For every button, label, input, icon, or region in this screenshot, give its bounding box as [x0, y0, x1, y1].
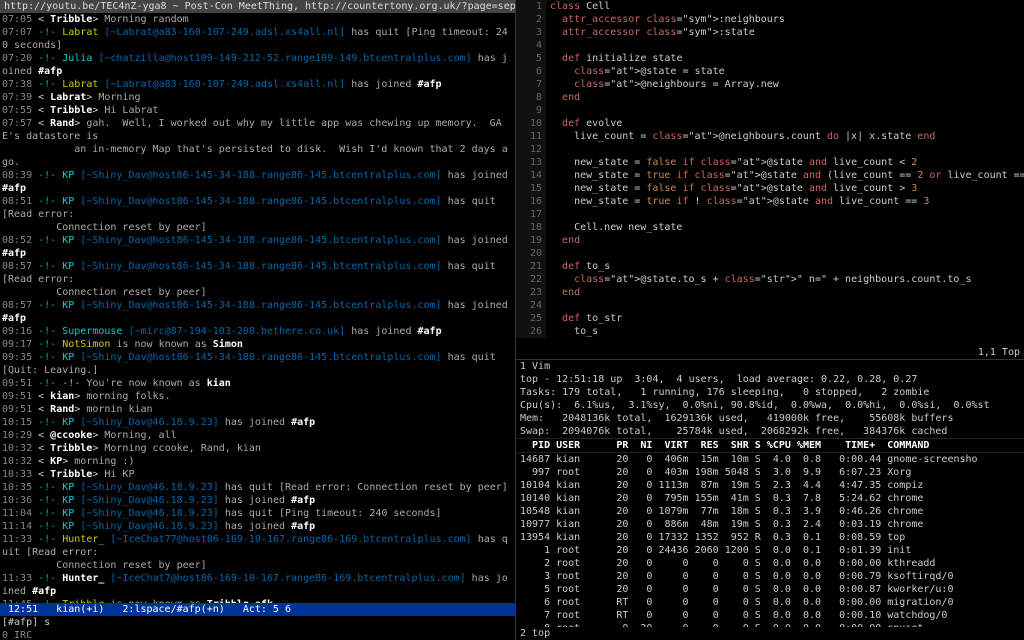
irc-buffer[interactable]: 07:05 < Tribble> Morning random07:07 -!-… [0, 13, 515, 603]
top-summary: top - 12:51:18 up 3:04, 4 users, load av… [516, 373, 1024, 438]
process-row[interactable]: 10977 kian 20 0 886m 48m 19m S 0.3 2.4 0… [520, 518, 1020, 531]
irc-line: 09:17 -!- NotSimon is now known as Simon [2, 338, 513, 351]
irc-line: 11:33 -!- Hunter_ [~IceChat77@host86-169… [2, 533, 513, 559]
irc-line: Connection reset by peer] [2, 221, 513, 234]
irc-line: 11:14 -!- KP [~Shiny_Dav@46.18.9.23] has… [2, 520, 513, 533]
process-row[interactable]: 997 root 20 0 403m 198m 5048 S 3.0 9.9 6… [520, 466, 1020, 479]
irc-line: 10:36 -!- KP [~Shiny_Dav@46.18.9.23] has… [2, 494, 513, 507]
irc-line: 07:39 < Labrat> Morning [2, 91, 513, 104]
irc-titlebar: http://youtu.be/TEC4nZ-yga8 ~ Post-Con M… [0, 0, 515, 13]
irc-input[interactable]: [#afp] s [0, 616, 515, 629]
vim-status-right: 1,1 Top [978, 346, 1020, 359]
process-row[interactable]: 10104 kian 20 0 1113m 87m 19m S 2.3 4.4 … [520, 479, 1020, 492]
process-row[interactable]: 3 root 20 0 0 0 0 S 0.0 0.0 0:00.79 ksof… [520, 570, 1020, 583]
irc-line: 08:51 -!- KP [~Shiny_Dav@host86-145-34-1… [2, 195, 513, 221]
irc-line: Connection reset by peer] [2, 286, 513, 299]
process-row[interactable]: 1 root 20 0 24436 2060 1200 S 0.0 0.1 0:… [520, 544, 1020, 557]
irc-line: 09:51 < kian> morning folks. [2, 390, 513, 403]
process-row[interactable]: 10548 kian 20 0 1079m 77m 18m S 0.3 3.9 … [520, 505, 1020, 518]
process-row[interactable]: 10140 kian 20 0 795m 155m 41m S 0.3 7.8 … [520, 492, 1020, 505]
irc-line: 07:38 -!- Labrat [~Labrat@a83-160-107-24… [2, 78, 513, 91]
tmux-tab-irc[interactable]: 0 IRC [0, 629, 515, 640]
process-row[interactable]: 14687 kian 20 0 406m 15m 10m S 4.0 0.8 0… [520, 453, 1020, 466]
irc-line: 07:05 < Tribble> Morning random [2, 13, 513, 26]
code-area[interactable]: class Cell attr_accessor class="sym">:ne… [550, 0, 1024, 338]
irc-line: 09:16 -!- Supermouse [~mirc@87-194-103-2… [2, 325, 513, 338]
irc-statusbar: 12:51 kian(+i) 2:lspace/#afp(+n) Act: 5 … [0, 603, 515, 616]
irc-line: 07:07 -!- Labrat [~Labrat@a83-160-107-24… [2, 26, 513, 52]
irc-line: 07:57 < Rand> gah. Well, I worked out wh… [2, 117, 513, 143]
tmux-tab-vim[interactable]: 1 Vim [516, 359, 1024, 373]
process-row[interactable]: 2 root 20 0 0 0 0 S 0.0 0.0 0:00.00 kthr… [520, 557, 1020, 570]
process-row[interactable]: 6 root RT 0 0 0 0 S 0.0 0.0 0:00.00 migr… [520, 596, 1020, 609]
irc-line: 09:51 -!- -!- You're now known as kian [2, 377, 513, 390]
process-row[interactable]: 5 root 20 0 0 0 0 S 0.0 0.0 0:00.87 kwor… [520, 583, 1020, 596]
process-row[interactable]: 7 root RT 0 0 0 0 S 0.0 0.0 0:00.10 watc… [520, 609, 1020, 622]
irc-line: 11:33 -!- Hunter_ [~IceChat7@host86-169-… [2, 572, 513, 598]
irc-line: 08:52 -!- KP [~Shiny_Dav@host86-145-34-1… [2, 234, 513, 260]
irc-line: 09:35 -!- KP [~Shiny_Dav@host86-145-34-1… [2, 351, 513, 377]
irc-line: 09:51 < Rand> mornin kian [2, 403, 513, 416]
irc-line: Connection reset by peer] [2, 559, 513, 572]
irc-line: 07:20 -!- Julia [~chatzilla@host109-149-… [2, 52, 513, 78]
irc-pane: http://youtu.be/TEC4nZ-yga8 ~ Post-Con M… [0, 0, 516, 640]
irc-line: 10:32 < KP> morning :) [2, 455, 513, 468]
irc-line: 10:32 < Tribble> Morning ccooke, Rand, k… [2, 442, 513, 455]
irc-line: 08:57 -!- KP [~Shiny_Dav@host86-145-34-1… [2, 299, 513, 325]
irc-line: 08:39 -!- KP [~Shiny_Dav@host86-145-34-1… [2, 169, 513, 195]
vim-statusline: 1,1 Top [516, 346, 1024, 359]
irc-line: an in-memory Map that's persisted to dis… [2, 143, 513, 169]
top-process-list[interactable]: 14687 kian 20 0 406m 15m 10m S 4.0 0.8 0… [516, 453, 1024, 627]
irc-line: 10:29 < @ccooke> Morning, all [2, 429, 513, 442]
tmux-tab-top[interactable]: 2 top [516, 627, 1024, 640]
line-gutter: 1234567891011121314151617181920212223242… [516, 0, 546, 338]
irc-line: 11:04 -!- KP [~Shiny_Dav@46.18.9.23] has… [2, 507, 513, 520]
irc-line: 10:15 -!- KP [~Shiny_Dav@46.18.9.23] has… [2, 416, 513, 429]
process-row[interactable]: 13954 kian 20 0 17332 1352 952 R 0.3 0.1… [520, 531, 1020, 544]
top-pane[interactable]: top - 12:51:18 up 3:04, 4 users, load av… [516, 373, 1024, 627]
top-columns: PID USER PR NI VIRT RES SHR S %CPU %MEM … [516, 438, 1024, 453]
vim-editor[interactable]: 1234567891011121314151617181920212223242… [516, 0, 1024, 346]
irc-line: 10:35 -!- KP [~Shiny_Dav@46.18.9.23] has… [2, 481, 513, 494]
irc-line: 08:57 -!- KP [~Shiny_Dav@host86-145-34-1… [2, 260, 513, 286]
irc-line: 07:55 < Tribble> Hi Labrat [2, 104, 513, 117]
irc-line: 10:33 < Tribble> Hi KP [2, 468, 513, 481]
